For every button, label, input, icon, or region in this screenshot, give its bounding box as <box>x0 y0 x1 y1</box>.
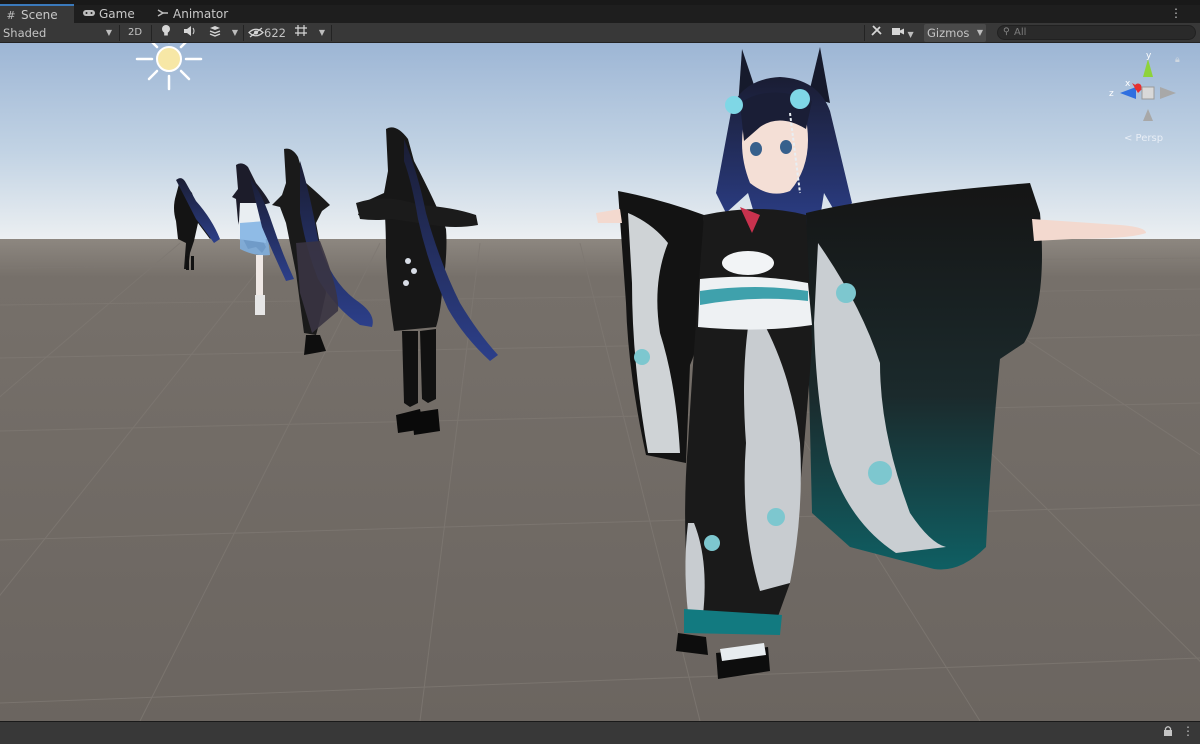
projection-toggle[interactable]: < Persp <box>1124 133 1163 144</box>
grid-dropdown-icon[interactable]: ▼ <box>316 24 328 42</box>
axis-gizmo-icon <box>1120 59 1176 121</box>
tab-animator-label: Animator <box>173 7 229 21</box>
scene-search-input[interactable] <box>1014 26 1189 39</box>
toolbar-divider <box>119 25 120 41</box>
tools-toggle[interactable] <box>868 24 886 42</box>
lock-icon[interactable] <box>1163 725 1173 740</box>
status-menu-icon[interactable]: ⋮ <box>1182 724 1194 738</box>
tab-game-label: Game <box>99 7 135 21</box>
scene-viewport[interactable]: y x z < Persp 🔒︎ <box>0 43 1200 721</box>
gizmos-dropdown[interactable]: Gizmos ▼ <box>924 24 986 42</box>
scene-toolbar: Shaded ▼ 2D ▼ 622 ▼ ▼ Gizmos ▼ ⚲ <box>0 23 1200 43</box>
toolbar-divider <box>864 25 865 41</box>
toolbar-divider <box>151 25 152 41</box>
editor-tab-bar: # Scene Game Animator ⋮ <box>0 4 1200 23</box>
search-icon: ⚲ <box>1003 27 1010 37</box>
effects-toggle[interactable] <box>206 24 224 42</box>
tab-game[interactable]: Game <box>82 5 135 23</box>
scene-visibility-toggle[interactable]: 622 <box>248 24 288 42</box>
audio-toggle[interactable] <box>182 24 198 42</box>
lock-icon[interactable]: 🔒︎ <box>1175 55 1180 65</box>
chevron-down-icon: ▼ <box>976 28 983 37</box>
tab-scene-label: Scene <box>21 8 58 22</box>
scene-render[interactable] <box>0 43 1200 721</box>
gizmo-x-label: x <box>1125 79 1131 89</box>
grid-snap-icon <box>295 25 307 36</box>
lighting-toggle[interactable] <box>158 24 174 42</box>
toolbar-divider <box>243 25 244 41</box>
gizmo-y-label: y <box>1146 51 1152 61</box>
eye-hidden-icon <box>248 27 264 38</box>
grid-toggle[interactable] <box>293 24 309 42</box>
status-bar: ⋮ <box>0 721 1200 744</box>
gamepad-icon <box>82 6 96 24</box>
chevron-down-icon: ▼ <box>105 28 112 37</box>
gizmos-label: Gizmos <box>927 26 970 40</box>
shading-mode-dropdown[interactable]: Shaded ▼ <box>3 24 115 42</box>
tab-animator[interactable]: Animator <box>156 5 228 23</box>
window-menu-icon[interactable]: ⋮ <box>1170 5 1182 23</box>
orientation-gizmo[interactable]: y x z <box>1108 51 1188 143</box>
tab-scene[interactable]: # Scene <box>0 4 74 23</box>
effects-dropdown-icon[interactable]: ▼ <box>230 24 240 42</box>
chevron-down-icon: ▼ <box>905 30 914 39</box>
gizmo-z-label: z <box>1109 89 1114 99</box>
animator-icon <box>156 6 170 24</box>
speaker-icon <box>184 26 195 36</box>
shading-mode-value: Shaded <box>3 26 47 40</box>
lightbulb-icon <box>162 25 170 36</box>
2d-mode-toggle[interactable]: 2D <box>124 24 146 42</box>
camera-icon <box>892 28 904 35</box>
toolbar-divider <box>331 25 332 41</box>
camera-settings-dropdown[interactable]: ▼ <box>891 24 919 42</box>
wrench-icon <box>871 25 882 36</box>
effects-icon <box>209 26 221 37</box>
scene-search-field[interactable]: ⚲ <box>997 25 1196 40</box>
hidden-objects-count: 622 <box>264 26 286 40</box>
